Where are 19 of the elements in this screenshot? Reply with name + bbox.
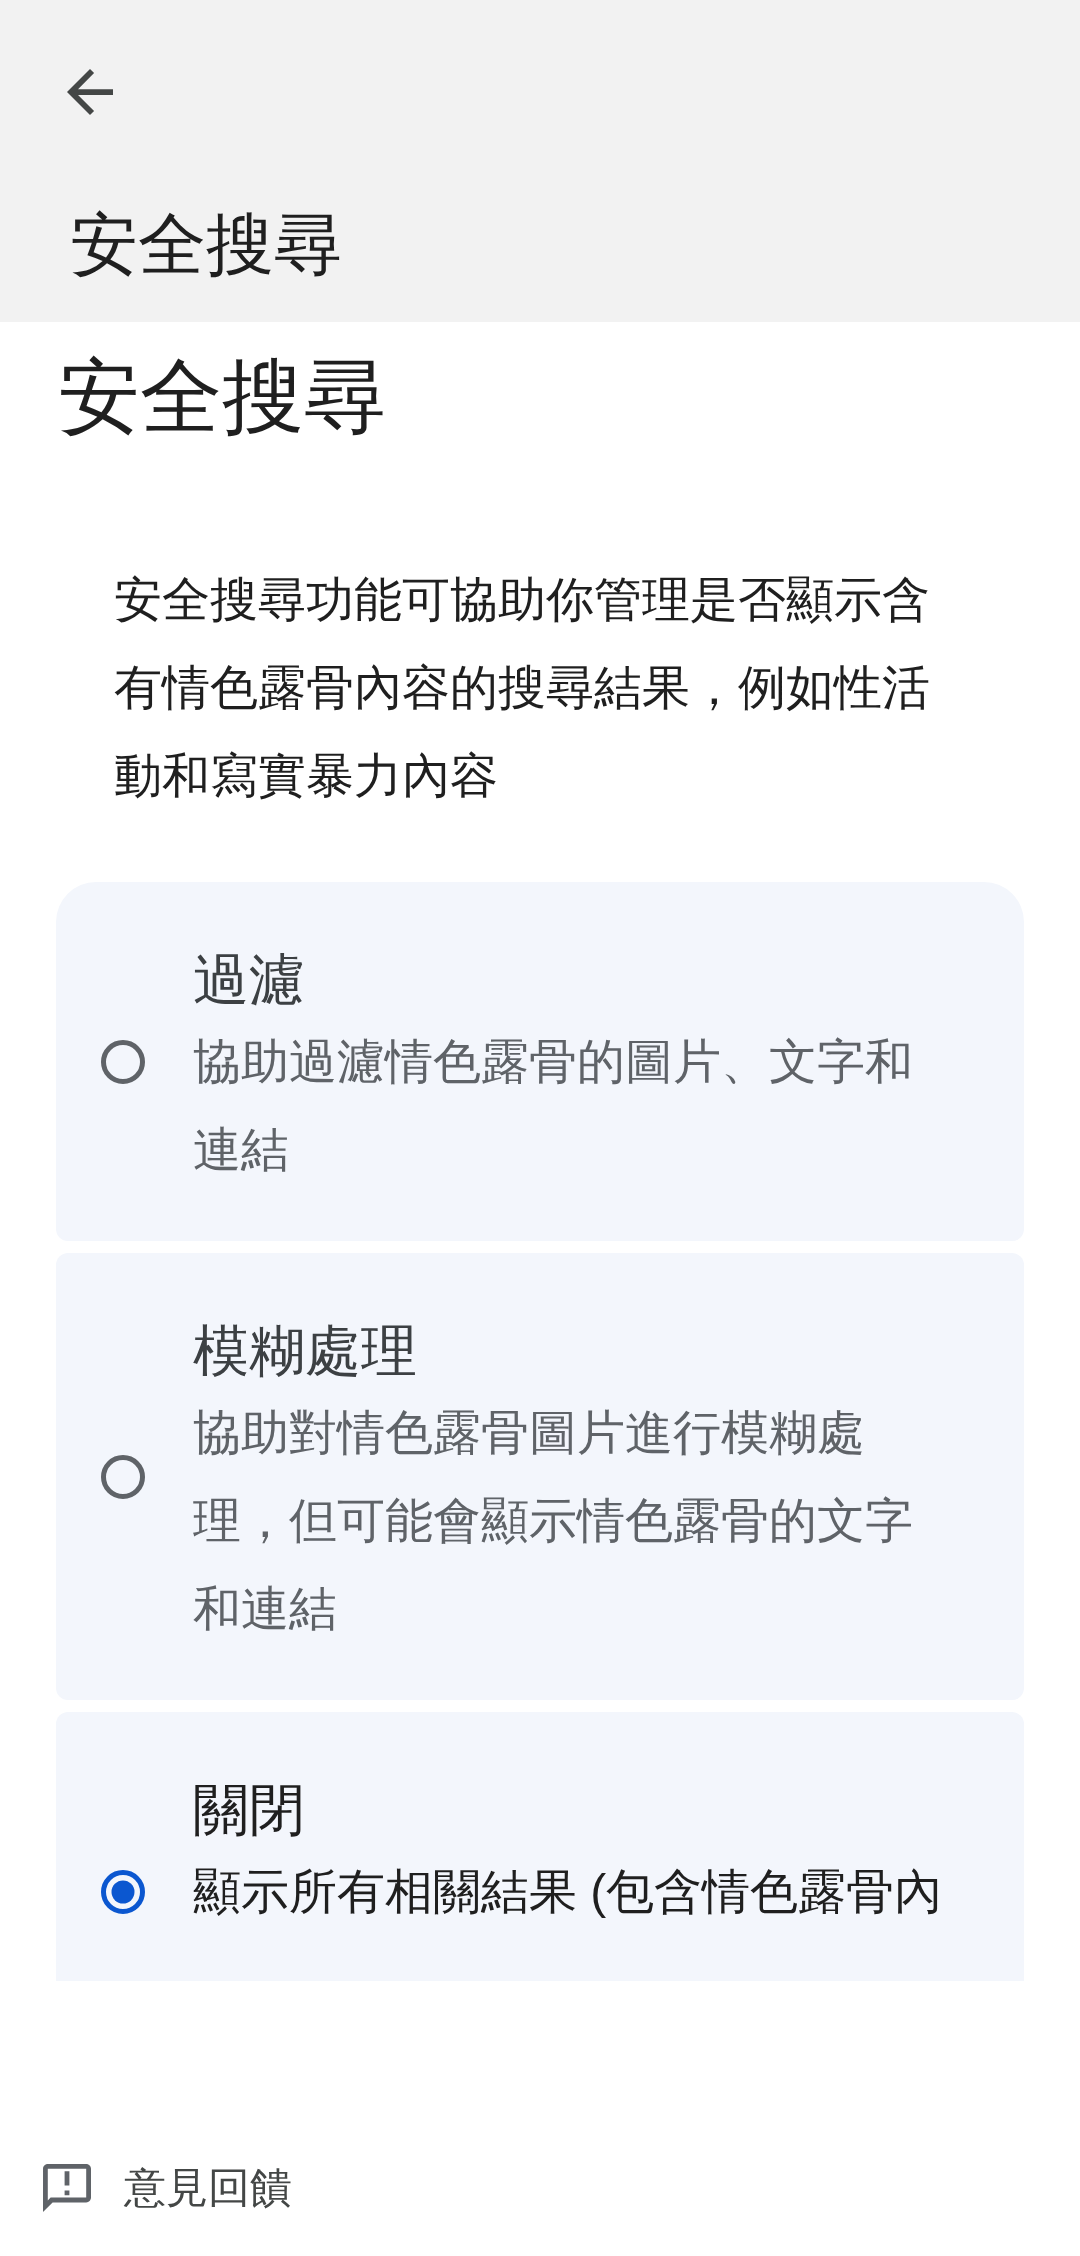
option-card[interactable]: 過濾 協助過濾情色露骨的圖片、文字和連結	[56, 882, 1024, 1241]
option-title: 關閉	[193, 1777, 306, 1843]
option-description: 協助對情色露骨圖片進行模糊處理，但可能會顯示情色露骨的文字和連結	[193, 1405, 914, 1637]
option-description: 顯示所有相關結果 (包含情色露骨內	[193, 1864, 944, 1920]
feedback-icon	[43, 2164, 91, 2212]
radio-button[interactable]	[101, 1454, 145, 1499]
option-card[interactable]: 關閉 顯示所有相關結果 (包含情色露骨內	[56, 1712, 1024, 1981]
radio-button[interactable]	[101, 1039, 145, 1084]
description-text: 安全搜尋功能可協助你管理是否顯示含有情色露骨內容的搜尋結果，例如性活動和寫實暴力內容	[114, 572, 931, 804]
back-arrow-icon	[67, 69, 113, 115]
page-heading: 安全搜尋	[58, 351, 386, 443]
radio-button[interactable]	[101, 1869, 145, 1914]
option-title: 過濾	[193, 947, 306, 1013]
app-bar-title: 安全搜尋	[70, 206, 342, 282]
back-button[interactable]	[67, 69, 113, 115]
option-description: 協助過濾情色露骨的圖片、文字和連結	[193, 1034, 914, 1178]
feedback-button[interactable]: 意見回饋	[43, 2164, 292, 2212]
option-title: 模糊處理	[193, 1318, 418, 1384]
option-card[interactable]: 模糊處理 協助對情色露骨圖片進行模糊處理，但可能會顯示情色露骨的文字和連結	[56, 1253, 1024, 1700]
